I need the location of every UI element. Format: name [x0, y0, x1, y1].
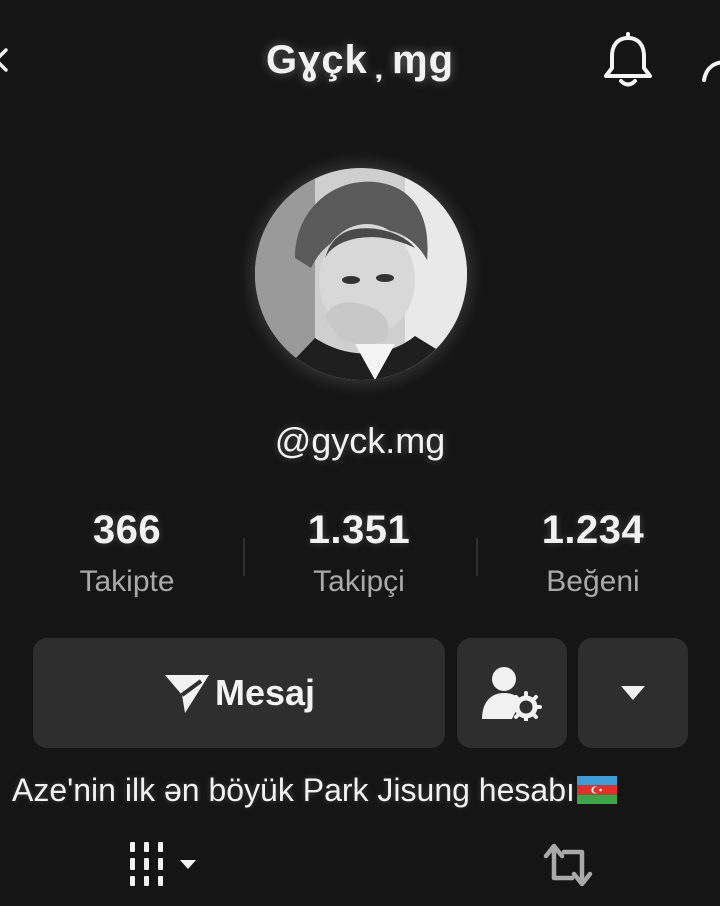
stat-likes[interactable]: 1.234 Beğeni [478, 508, 708, 599]
stat-likes-label: Beğeni [546, 565, 640, 598]
stat-followers-value: 1.351 [307, 508, 411, 552]
share-icon[interactable] [700, 50, 720, 84]
more-options-button[interactable] [578, 638, 688, 748]
stat-following-value: 366 [92, 508, 162, 552]
profile-bio: Aze'nin ilk ən böyük Park Jisung hesabı [12, 772, 712, 809]
azerbaijan-flag-icon [576, 776, 617, 804]
message-button-label: Mesaj [214, 672, 316, 713]
bio-text: Aze'nin ilk ən böyük Park Jisung hesabı [12, 772, 575, 808]
profile-page: Gɣçk ̦ ɱg @gyck.mg 366 Takipte 1.351 Tak… [0, 0, 720, 906]
message-button[interactable]: Mesaj [33, 638, 445, 748]
repost-icon[interactable] [540, 840, 596, 890]
username: @gyck.mg [274, 420, 446, 461]
stat-likes-value: 1.234 [541, 508, 645, 552]
friend-settings-button[interactable] [457, 638, 567, 748]
grid-icon[interactable] [126, 840, 202, 890]
stat-following-label: Takipte [79, 565, 175, 598]
send-icon [164, 675, 209, 713]
stat-followers-label: Takipçi [313, 565, 405, 598]
stat-following[interactable]: 366 Takipte [12, 508, 242, 599]
bell-icon[interactable] [600, 32, 656, 90]
avatar[interactable] [253, 166, 469, 382]
triangle-down-icon [621, 686, 645, 700]
stat-followers[interactable]: 1.351 Takipçi [244, 508, 474, 599]
avatar-photo [255, 168, 467, 380]
user-settings-icon [482, 667, 542, 721]
